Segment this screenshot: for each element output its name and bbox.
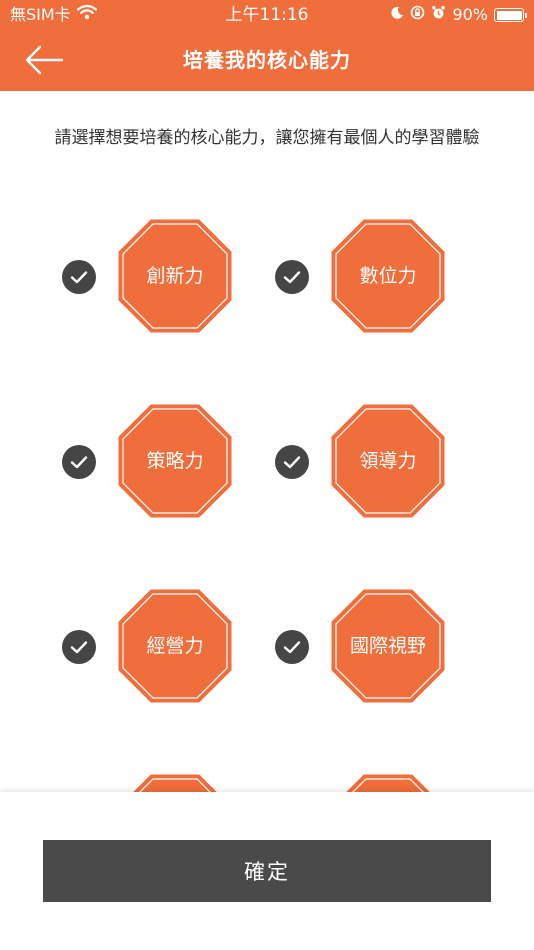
capability-label: 數位力: [359, 265, 417, 287]
capability-label: 經營力: [146, 635, 204, 657]
capability-label: 國際視野: [349, 635, 426, 657]
capability-item[interactable]: 策略力: [62, 403, 302, 523]
capability-label: 創新力: [146, 265, 204, 287]
capability-label: 領導力: [359, 450, 417, 472]
capability-item[interactable]: 經營力: [62, 588, 302, 708]
check-icon[interactable]: [275, 445, 309, 479]
capability-item[interactable]: 數位力: [275, 218, 515, 338]
capability-item[interactable]: 創新力: [62, 218, 302, 338]
check-icon[interactable]: [62, 630, 96, 664]
capability-label: 策略力: [146, 450, 204, 472]
check-icon[interactable]: [275, 260, 309, 294]
bottom-action-bar: 確定: [0, 792, 534, 950]
check-icon[interactable]: [62, 445, 96, 479]
capability-item[interactable]: 國際視野: [275, 588, 515, 708]
confirm-button[interactable]: 確定: [43, 840, 491, 902]
capability-item[interactable]: 領導力: [275, 403, 515, 523]
check-icon[interactable]: [62, 260, 96, 294]
check-icon[interactable]: [275, 630, 309, 664]
